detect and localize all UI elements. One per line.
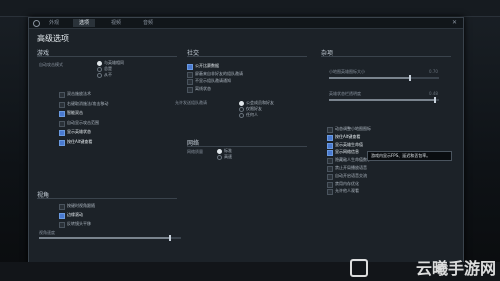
minimap-icon-size-slider[interactable]: [329, 75, 439, 81]
checkbox[interactable]: [187, 71, 193, 78]
checkbox-label: 按键时视角跟随: [67, 203, 95, 208]
checkbox[interactable]: [59, 222, 65, 228]
checkbox[interactable]: [327, 158, 333, 165]
checkbox-label: 禁用内存优化: [335, 180, 359, 186]
top-nav-bar: [0, 0, 500, 17]
tab-appearance[interactable]: 外观: [43, 19, 65, 27]
checkbox-label: 动态调整小地图图标: [335, 126, 371, 131]
hud-opacity-slider[interactable]: [329, 97, 439, 103]
radio-button[interactable]: [217, 155, 222, 160]
checkbox[interactable]: [59, 130, 65, 136]
checkbox[interactable]: [327, 142, 333, 149]
tab-options[interactable]: 选项: [73, 19, 96, 27]
checkbox-label: 按住Alt键查看: [335, 133, 361, 139]
checkbox-label: 显示英雄生命值: [335, 141, 363, 147]
checkbox-label: 双击施放法术: [67, 91, 91, 96]
watermark-logo-icon: [350, 259, 368, 277]
checkbox[interactable]: [327, 166, 333, 172]
checkbox[interactable]: [59, 139, 65, 146]
checkbox[interactable]: [59, 204, 65, 210]
checkbox-label: 自动开启语音交流: [335, 172, 367, 178]
checkbox-label: 公开比赛数据: [195, 63, 219, 68]
checkbox[interactable]: [59, 120, 65, 127]
hud-opacity-value: 0.48: [429, 91, 438, 96]
minimap-icon-size-label: 小地图英雄图标大小: [329, 69, 365, 74]
close-icon[interactable]: ✕: [452, 19, 457, 26]
checkbox-label: 边缘滚动: [67, 212, 83, 217]
gear-icon[interactable]: [33, 20, 40, 27]
divider: [187, 146, 307, 147]
camera-speed-label: 视角速度: [39, 230, 55, 235]
divider: [187, 56, 307, 57]
checkbox-label: 智能双击: [67, 110, 83, 115]
minimap-icon-size-value: 0.70: [429, 69, 438, 74]
tab-audio[interactable]: 音频: [137, 19, 159, 27]
radio-button[interactable]: [217, 149, 222, 154]
checkbox-label: 显示网络信息: [335, 149, 359, 155]
radio-label: 从不: [104, 72, 112, 77]
radio-label: 任何人: [246, 112, 258, 117]
radio-button[interactable]: [239, 107, 244, 112]
checkbox[interactable]: [59, 111, 65, 117]
checkbox[interactable]: [327, 127, 333, 133]
tab-video[interactable]: 视频: [105, 19, 127, 27]
radio-label: 高速: [224, 154, 232, 159]
network-quality-label: 网络质量: [187, 149, 203, 154]
checkbox[interactable]: [327, 181, 333, 188]
checkbox[interactable]: [187, 86, 193, 93]
tooltip: 游戏内显示FPS、延迟和丢包率。: [367, 151, 452, 161]
checkbox[interactable]: [327, 134, 333, 141]
checkbox-label: 反转镜头平移: [67, 221, 91, 226]
divider: [321, 56, 451, 57]
checkbox-label: 显示英雄状态: [67, 129, 91, 134]
camera-speed-slider[interactable]: [39, 235, 181, 241]
checkbox[interactable]: [59, 92, 65, 98]
checkbox-label: 按住Alt键查看: [67, 138, 93, 144]
checkbox-label: 禁止开局播放语音: [335, 165, 367, 170]
party-invite-label: 允许发送组队邀请: [175, 100, 207, 105]
checkbox[interactable]: [327, 150, 333, 157]
watermark: 云曦手游网: [415, 259, 496, 278]
autoattack-label: 自动攻击模式: [39, 62, 63, 67]
checkbox[interactable]: [59, 213, 65, 219]
checkbox[interactable]: [327, 173, 333, 180]
radio-button[interactable]: [239, 101, 244, 106]
checkbox-label: 右键取消施法/攻击移动: [67, 100, 109, 106]
radio-button[interactable]: [239, 113, 244, 118]
radio-button[interactable]: [97, 61, 102, 66]
checkbox[interactable]: [187, 64, 193, 70]
dialog-title: 高级选项: [37, 34, 69, 43]
radio-button[interactable]: [97, 73, 102, 78]
radio-button[interactable]: [97, 67, 102, 72]
checkbox-label: 离线状态: [195, 85, 211, 91]
checkbox-label: 不显示组队邀请通知: [195, 78, 231, 83]
tab-bar: 外观 选项 视频 音频 ✕: [29, 18, 463, 29]
checkbox-label: 允许他人观看: [335, 188, 359, 194]
checkbox-label: 屏蔽来自非好友的组队邀请: [195, 70, 243, 76]
divider: [37, 56, 177, 57]
checkbox[interactable]: [59, 101, 65, 108]
checkbox[interactable]: [327, 189, 333, 196]
hud-opacity-label: 英雄状态栏透明度: [329, 91, 361, 96]
checkbox-label: 自动显示攻击范围: [67, 119, 99, 125]
checkbox-label: 隐藏敌人生命值数字: [335, 157, 371, 163]
divider: [37, 198, 177, 199]
checkbox[interactable]: [187, 79, 193, 85]
settings-dialog: 外观 选项 视频 音频 ✕ 高级选项 游戏 自动攻击模式 与英雄相同 总是 从不 双…: [28, 17, 464, 271]
